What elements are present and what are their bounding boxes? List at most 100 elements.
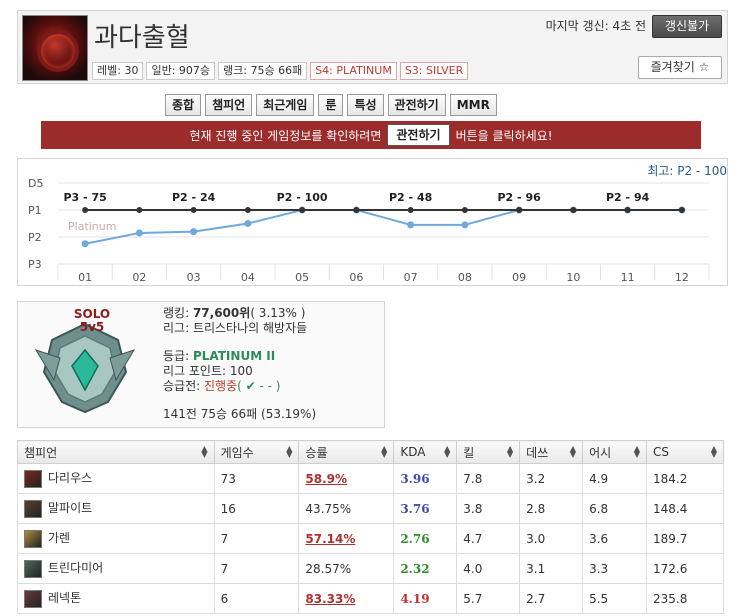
kda-cell-value: 4.19	[400, 591, 430, 606]
assists-cell: 5.5	[582, 583, 647, 614]
champion-portrait-icon	[24, 559, 42, 578]
rank-details: 랭킹: 77,600위( 3.13% ) 리그: 트리스타나의 해방자들 등급:…	[163, 306, 316, 422]
assists-cell-value: 6.8	[589, 501, 609, 516]
header-kda[interactable]: KDA ▲ ▼	[393, 440, 458, 464]
deaths-cell: 3.1	[519, 553, 584, 584]
games-cell-value: 7	[220, 531, 229, 546]
deaths-cell-value: 3.2	[526, 471, 546, 486]
season3-tier-chip: S3: SILVER	[399, 62, 469, 80]
data-point	[190, 207, 197, 213]
header-winrate[interactable]: 승률 ▲ ▼	[298, 440, 395, 464]
cs-cell: 148.4	[645, 493, 725, 524]
champion-stats-table: 챔피언 ▲ ▼ 게임수 ▲ ▼ 승률 ▲ ▼ KDA ▲ ▼ 킬 ▲ ▼ 데쓰 ▲ ▼ 어시 ▲ ▼ CS ▲ ▼ 다리우스 7…	[17, 440, 725, 614]
queue-type-label: 5v5	[79, 320, 105, 334]
games-cell-value: 6	[220, 591, 229, 606]
tab-recent-games[interactable]: 최근게임	[256, 94, 315, 116]
games-cell-value: 7	[220, 561, 229, 576]
data-point	[461, 207, 468, 213]
spectate-button[interactable]: 관전하기	[387, 124, 450, 146]
table-row[interactable]: 다리우스 73 58.9% 3.96 7.8 3.2 4.9 184.2	[17, 463, 725, 494]
deaths-cell: 3.2	[519, 463, 584, 494]
table-row[interactable]: 가렌 7 57.14% 2.76 4.7 3.0 3.6 189.7	[17, 523, 725, 554]
header-assists[interactable]: 어시 ▲ ▼	[582, 440, 647, 464]
games-cell: 7	[213, 523, 300, 554]
kda-cell: 2.32	[393, 553, 458, 584]
header-games[interactable]: 게임수 ▲ ▼	[213, 440, 300, 464]
kda-cell: 3.76	[393, 493, 458, 524]
sort-arrows-icon[interactable]: ▲ ▼	[201, 445, 207, 459]
normal-wins-chip: 일반: 907승	[146, 62, 216, 80]
tab-champions[interactable]: 챔피언	[205, 94, 253, 116]
sort-arrows-icon[interactable]: ▲ ▼	[570, 445, 576, 459]
kills-cell: 7.8	[456, 463, 521, 494]
point-label: P2 - 94	[606, 191, 650, 204]
ranked-record: 141전 75승 66패 (53.19%)	[163, 407, 317, 421]
winrate-cell-value: 28.57%	[305, 561, 352, 576]
tab-overview[interactable]: 종합	[165, 94, 202, 116]
table-header-row: 챔피언 ▲ ▼ 게임수 ▲ ▼ 승률 ▲ ▼ KDA ▲ ▼ 킬 ▲ ▼ 데쓰 ▲ ▼ 어시 ▲ ▼ CS ▲ ▼	[17, 440, 725, 464]
data-point	[461, 221, 469, 229]
x-tick-label: 07	[404, 271, 418, 284]
promo-label: 승급전:	[163, 379, 201, 393]
winrate-cell: 83.33%	[298, 583, 395, 614]
league-name: 리그: 트리스타나의 해방자들	[163, 321, 308, 335]
cs-cell-value: 235.8	[652, 591, 688, 606]
sort-arrows-icon[interactable]: ▲ ▼	[444, 445, 450, 459]
point-label: P3 - 75	[64, 191, 107, 204]
tab-mmr[interactable]: MMR	[449, 94, 497, 116]
champion-name: 레넥톤	[48, 591, 82, 606]
tab-spectate[interactable]: 관전하기	[387, 94, 446, 116]
sort-arrows-icon[interactable]: ▲ ▼	[634, 445, 640, 459]
tier-history-chart: D5 P1 P2 P3 01 02 03 04 05 06 07 08 09 10 11 12 Platinum…	[17, 158, 728, 286]
winrate-cell: 57.14%	[298, 523, 395, 554]
spectate-banner: 현재 진행 중인 게임정보를 확인하려면 관전하기 버튼을 클릭하세요!	[41, 121, 701, 149]
header-winrate-label: 승률	[305, 445, 328, 460]
x-tick-label: 09	[512, 271, 526, 284]
tab-masteries[interactable]: 특성	[347, 94, 384, 116]
table-row[interactable]: 말파이트 16 43.75% 3.76 3.8 2.8 6.8 148.4	[17, 493, 725, 524]
point-label: P2 - 96	[498, 191, 542, 204]
y-tick-label: P2	[28, 231, 42, 244]
sort-arrows-icon[interactable]: ▲ ▼	[286, 445, 292, 459]
update-button[interactable]: 갱신불가	[652, 15, 722, 38]
header-kda-label: KDA	[400, 445, 426, 459]
tier-watermark: Platinum	[68, 220, 116, 233]
sort-arrows-icon[interactable]: ▲ ▼	[381, 445, 387, 459]
kda-cell: 3.96	[393, 463, 458, 494]
header-champion-label: 챔피언	[24, 445, 58, 460]
assists-cell: 3.6	[582, 523, 647, 554]
deaths-cell: 2.8	[519, 493, 584, 524]
assists-cell-value: 4.9	[589, 471, 609, 486]
table-row[interactable]: 트린다미어 7 28.57% 2.32 4.0 3.1 3.3 172.6	[17, 553, 725, 584]
table-row[interactable]: 레넥톤 6 83.33% 4.19 5.7 2.7 5.5 235.8	[17, 583, 725, 614]
x-tick-label: 06	[349, 271, 363, 284]
y-tick-label: D5	[28, 177, 43, 190]
sort-arrows-icon[interactable]: ▲ ▼	[711, 445, 717, 459]
cs-cell-value: 189.7	[652, 531, 688, 546]
kills-cell-value: 3.8	[463, 501, 483, 516]
champion-name: 말파이트	[48, 501, 93, 516]
champion-portrait-icon	[24, 529, 42, 548]
winrate-cell: 43.75%	[298, 493, 395, 524]
header-champion[interactable]: 챔피언 ▲ ▼	[17, 440, 215, 464]
tier-label: 등급:	[163, 349, 190, 363]
header-kills[interactable]: 킬 ▲ ▼	[456, 440, 521, 464]
data-point	[136, 207, 143, 213]
ranking-value: 77,600위	[192, 306, 251, 320]
deaths-cell: 2.7	[519, 583, 584, 614]
favorite-button[interactable]: 즐겨찾기 ☆	[638, 56, 722, 79]
chart-svg: D5 P1 P2 P3 01 02 03 04 05 06 07 08 09 10 11 12 Platinum…	[28, 177, 710, 284]
header-cs[interactable]: CS ▲ ▼	[645, 440, 725, 464]
champion-portrait-icon	[24, 589, 42, 608]
tab-runes[interactable]: 룬	[318, 94, 344, 116]
sort-arrows-icon[interactable]: ▲ ▼	[507, 445, 513, 459]
kda-cell: 4.19	[393, 583, 458, 614]
point-label: P2 - 48	[389, 191, 432, 204]
champion-cell: 레넥톤	[17, 583, 215, 614]
data-point	[624, 207, 631, 213]
y-tick-label: P1	[28, 204, 42, 217]
data-point	[516, 207, 523, 213]
assists-cell: 4.9	[582, 463, 647, 494]
spectate-text-before: 현재 진행 중인 게임정보를 확인하려면	[189, 128, 382, 143]
header-deaths[interactable]: 데쓰 ▲ ▼	[519, 440, 584, 464]
